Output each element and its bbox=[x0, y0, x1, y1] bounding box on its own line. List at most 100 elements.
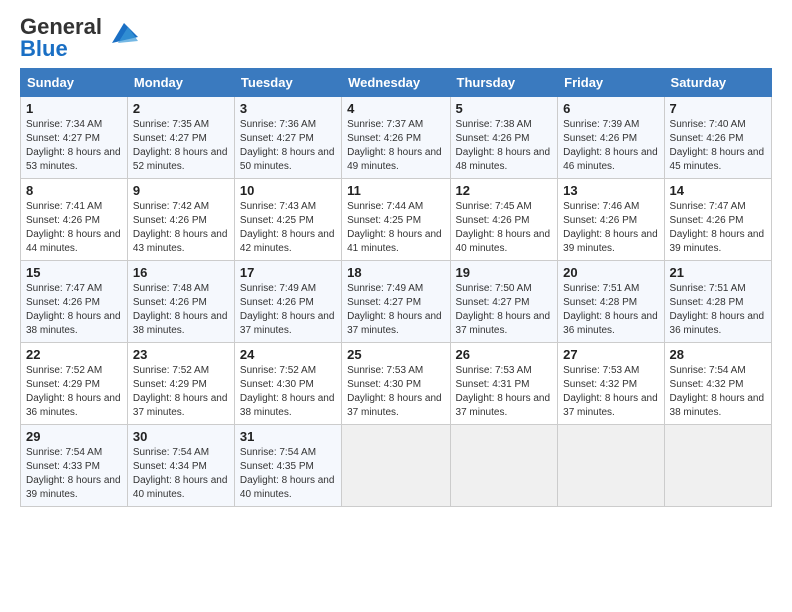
day-number: 13 bbox=[563, 183, 658, 198]
calendar-cell: 12 Sunrise: 7:45 AM Sunset: 4:26 PM Dayl… bbox=[450, 179, 558, 261]
logo: GeneralBlue bbox=[20, 16, 140, 60]
sunset-label: Sunset: 4:27 PM bbox=[133, 133, 207, 144]
calendar-week-4: 22 Sunrise: 7:52 AM Sunset: 4:29 PM Dayl… bbox=[21, 343, 772, 425]
day-info: Sunrise: 7:49 AM Sunset: 4:26 PM Dayligh… bbox=[240, 282, 336, 338]
calendar-cell: 19 Sunrise: 7:50 AM Sunset: 4:27 PM Dayl… bbox=[450, 261, 558, 343]
weekday-header-thursday: Thursday bbox=[450, 69, 558, 97]
sunset-label: Sunset: 4:27 PM bbox=[456, 297, 530, 308]
day-info: Sunrise: 7:48 AM Sunset: 4:26 PM Dayligh… bbox=[133, 282, 229, 338]
day-number: 19 bbox=[456, 265, 553, 280]
daylight-label: Daylight: 8 hours and 40 minutes. bbox=[133, 475, 228, 500]
daylight-label: Daylight: 8 hours and 52 minutes. bbox=[133, 147, 228, 172]
calendar-cell bbox=[450, 425, 558, 507]
sunset-label: Sunset: 4:32 PM bbox=[670, 379, 744, 390]
sunrise-label: Sunrise: 7:41 AM bbox=[26, 201, 102, 212]
day-number: 11 bbox=[347, 183, 444, 198]
calendar-week-2: 8 Sunrise: 7:41 AM Sunset: 4:26 PM Dayli… bbox=[21, 179, 772, 261]
day-number: 22 bbox=[26, 347, 122, 362]
day-info: Sunrise: 7:53 AM Sunset: 4:32 PM Dayligh… bbox=[563, 364, 658, 420]
sunrise-label: Sunrise: 7:49 AM bbox=[347, 283, 423, 294]
calendar-cell: 16 Sunrise: 7:48 AM Sunset: 4:26 PM Dayl… bbox=[127, 261, 234, 343]
daylight-label: Daylight: 8 hours and 43 minutes. bbox=[133, 229, 228, 254]
sunset-label: Sunset: 4:35 PM bbox=[240, 461, 314, 472]
sunset-label: Sunset: 4:26 PM bbox=[563, 215, 637, 226]
calendar-cell: 11 Sunrise: 7:44 AM Sunset: 4:25 PM Dayl… bbox=[342, 179, 450, 261]
calendar-cell: 8 Sunrise: 7:41 AM Sunset: 4:26 PM Dayli… bbox=[21, 179, 128, 261]
day-info: Sunrise: 7:52 AM Sunset: 4:29 PM Dayligh… bbox=[133, 364, 229, 420]
day-info: Sunrise: 7:54 AM Sunset: 4:34 PM Dayligh… bbox=[133, 446, 229, 502]
day-number: 28 bbox=[670, 347, 766, 362]
sunrise-label: Sunrise: 7:54 AM bbox=[670, 365, 746, 376]
daylight-label: Daylight: 8 hours and 39 minutes. bbox=[670, 229, 765, 254]
day-info: Sunrise: 7:42 AM Sunset: 4:26 PM Dayligh… bbox=[133, 200, 229, 256]
day-number: 5 bbox=[456, 101, 553, 116]
sunset-label: Sunset: 4:26 PM bbox=[670, 133, 744, 144]
weekday-header-tuesday: Tuesday bbox=[234, 69, 341, 97]
sunrise-label: Sunrise: 7:36 AM bbox=[240, 119, 316, 130]
calendar-cell: 31 Sunrise: 7:54 AM Sunset: 4:35 PM Dayl… bbox=[234, 425, 341, 507]
day-number: 18 bbox=[347, 265, 444, 280]
daylight-label: Daylight: 8 hours and 41 minutes. bbox=[347, 229, 442, 254]
sunset-label: Sunset: 4:34 PM bbox=[133, 461, 207, 472]
daylight-label: Daylight: 8 hours and 40 minutes. bbox=[240, 475, 335, 500]
sunrise-label: Sunrise: 7:53 AM bbox=[456, 365, 532, 376]
day-info: Sunrise: 7:41 AM Sunset: 4:26 PM Dayligh… bbox=[26, 200, 122, 256]
daylight-label: Daylight: 8 hours and 36 minutes. bbox=[26, 393, 121, 418]
calendar-cell: 13 Sunrise: 7:46 AM Sunset: 4:26 PM Dayl… bbox=[558, 179, 664, 261]
day-info: Sunrise: 7:54 AM Sunset: 4:32 PM Dayligh… bbox=[670, 364, 766, 420]
daylight-label: Daylight: 8 hours and 44 minutes. bbox=[26, 229, 121, 254]
daylight-label: Daylight: 8 hours and 36 minutes. bbox=[563, 311, 658, 336]
daylight-label: Daylight: 8 hours and 37 minutes. bbox=[240, 311, 335, 336]
sunset-label: Sunset: 4:31 PM bbox=[456, 379, 530, 390]
day-info: Sunrise: 7:39 AM Sunset: 4:26 PM Dayligh… bbox=[563, 118, 658, 174]
sunrise-label: Sunrise: 7:47 AM bbox=[26, 283, 102, 294]
day-info: Sunrise: 7:54 AM Sunset: 4:35 PM Dayligh… bbox=[240, 446, 336, 502]
day-number: 4 bbox=[347, 101, 444, 116]
daylight-label: Daylight: 8 hours and 37 minutes. bbox=[133, 393, 228, 418]
calendar-cell: 9 Sunrise: 7:42 AM Sunset: 4:26 PM Dayli… bbox=[127, 179, 234, 261]
day-info: Sunrise: 7:51 AM Sunset: 4:28 PM Dayligh… bbox=[563, 282, 658, 338]
day-info: Sunrise: 7:45 AM Sunset: 4:26 PM Dayligh… bbox=[456, 200, 553, 256]
calendar-cell: 21 Sunrise: 7:51 AM Sunset: 4:28 PM Dayl… bbox=[664, 261, 771, 343]
day-number: 2 bbox=[133, 101, 229, 116]
calendar-cell: 4 Sunrise: 7:37 AM Sunset: 4:26 PM Dayli… bbox=[342, 97, 450, 179]
sunset-label: Sunset: 4:30 PM bbox=[240, 379, 314, 390]
daylight-label: Daylight: 8 hours and 37 minutes. bbox=[347, 311, 442, 336]
sunrise-label: Sunrise: 7:50 AM bbox=[456, 283, 532, 294]
calendar-cell: 23 Sunrise: 7:52 AM Sunset: 4:29 PM Dayl… bbox=[127, 343, 234, 425]
sunrise-label: Sunrise: 7:38 AM bbox=[456, 119, 532, 130]
day-info: Sunrise: 7:52 AM Sunset: 4:30 PM Dayligh… bbox=[240, 364, 336, 420]
sunrise-label: Sunrise: 7:42 AM bbox=[133, 201, 209, 212]
sunset-label: Sunset: 4:32 PM bbox=[563, 379, 637, 390]
day-info: Sunrise: 7:34 AM Sunset: 4:27 PM Dayligh… bbox=[26, 118, 122, 174]
day-number: 9 bbox=[133, 183, 229, 198]
daylight-label: Daylight: 8 hours and 38 minutes. bbox=[133, 311, 228, 336]
calendar-cell: 7 Sunrise: 7:40 AM Sunset: 4:26 PM Dayli… bbox=[664, 97, 771, 179]
weekday-header-row: SundayMondayTuesdayWednesdayThursdayFrid… bbox=[21, 69, 772, 97]
sunset-label: Sunset: 4:26 PM bbox=[26, 215, 100, 226]
day-info: Sunrise: 7:43 AM Sunset: 4:25 PM Dayligh… bbox=[240, 200, 336, 256]
day-number: 6 bbox=[563, 101, 658, 116]
day-info: Sunrise: 7:46 AM Sunset: 4:26 PM Dayligh… bbox=[563, 200, 658, 256]
sunrise-label: Sunrise: 7:35 AM bbox=[133, 119, 209, 130]
sunset-label: Sunset: 4:26 PM bbox=[456, 215, 530, 226]
day-info: Sunrise: 7:44 AM Sunset: 4:25 PM Dayligh… bbox=[347, 200, 444, 256]
logo-text: GeneralBlue bbox=[20, 16, 102, 60]
sunset-label: Sunset: 4:26 PM bbox=[133, 215, 207, 226]
daylight-label: Daylight: 8 hours and 39 minutes. bbox=[563, 229, 658, 254]
day-number: 15 bbox=[26, 265, 122, 280]
weekday-header-saturday: Saturday bbox=[664, 69, 771, 97]
weekday-header-wednesday: Wednesday bbox=[342, 69, 450, 97]
page-header: GeneralBlue bbox=[20, 16, 772, 60]
sunrise-label: Sunrise: 7:51 AM bbox=[670, 283, 746, 294]
sunset-label: Sunset: 4:26 PM bbox=[26, 297, 100, 308]
sunrise-label: Sunrise: 7:40 AM bbox=[670, 119, 746, 130]
day-number: 31 bbox=[240, 429, 336, 444]
sunrise-label: Sunrise: 7:45 AM bbox=[456, 201, 532, 212]
calendar-week-1: 1 Sunrise: 7:34 AM Sunset: 4:27 PM Dayli… bbox=[21, 97, 772, 179]
logo-blue: Blue bbox=[20, 36, 68, 61]
sunrise-label: Sunrise: 7:46 AM bbox=[563, 201, 639, 212]
day-info: Sunrise: 7:47 AM Sunset: 4:26 PM Dayligh… bbox=[26, 282, 122, 338]
calendar-cell: 14 Sunrise: 7:47 AM Sunset: 4:26 PM Dayl… bbox=[664, 179, 771, 261]
sunset-label: Sunset: 4:26 PM bbox=[240, 297, 314, 308]
